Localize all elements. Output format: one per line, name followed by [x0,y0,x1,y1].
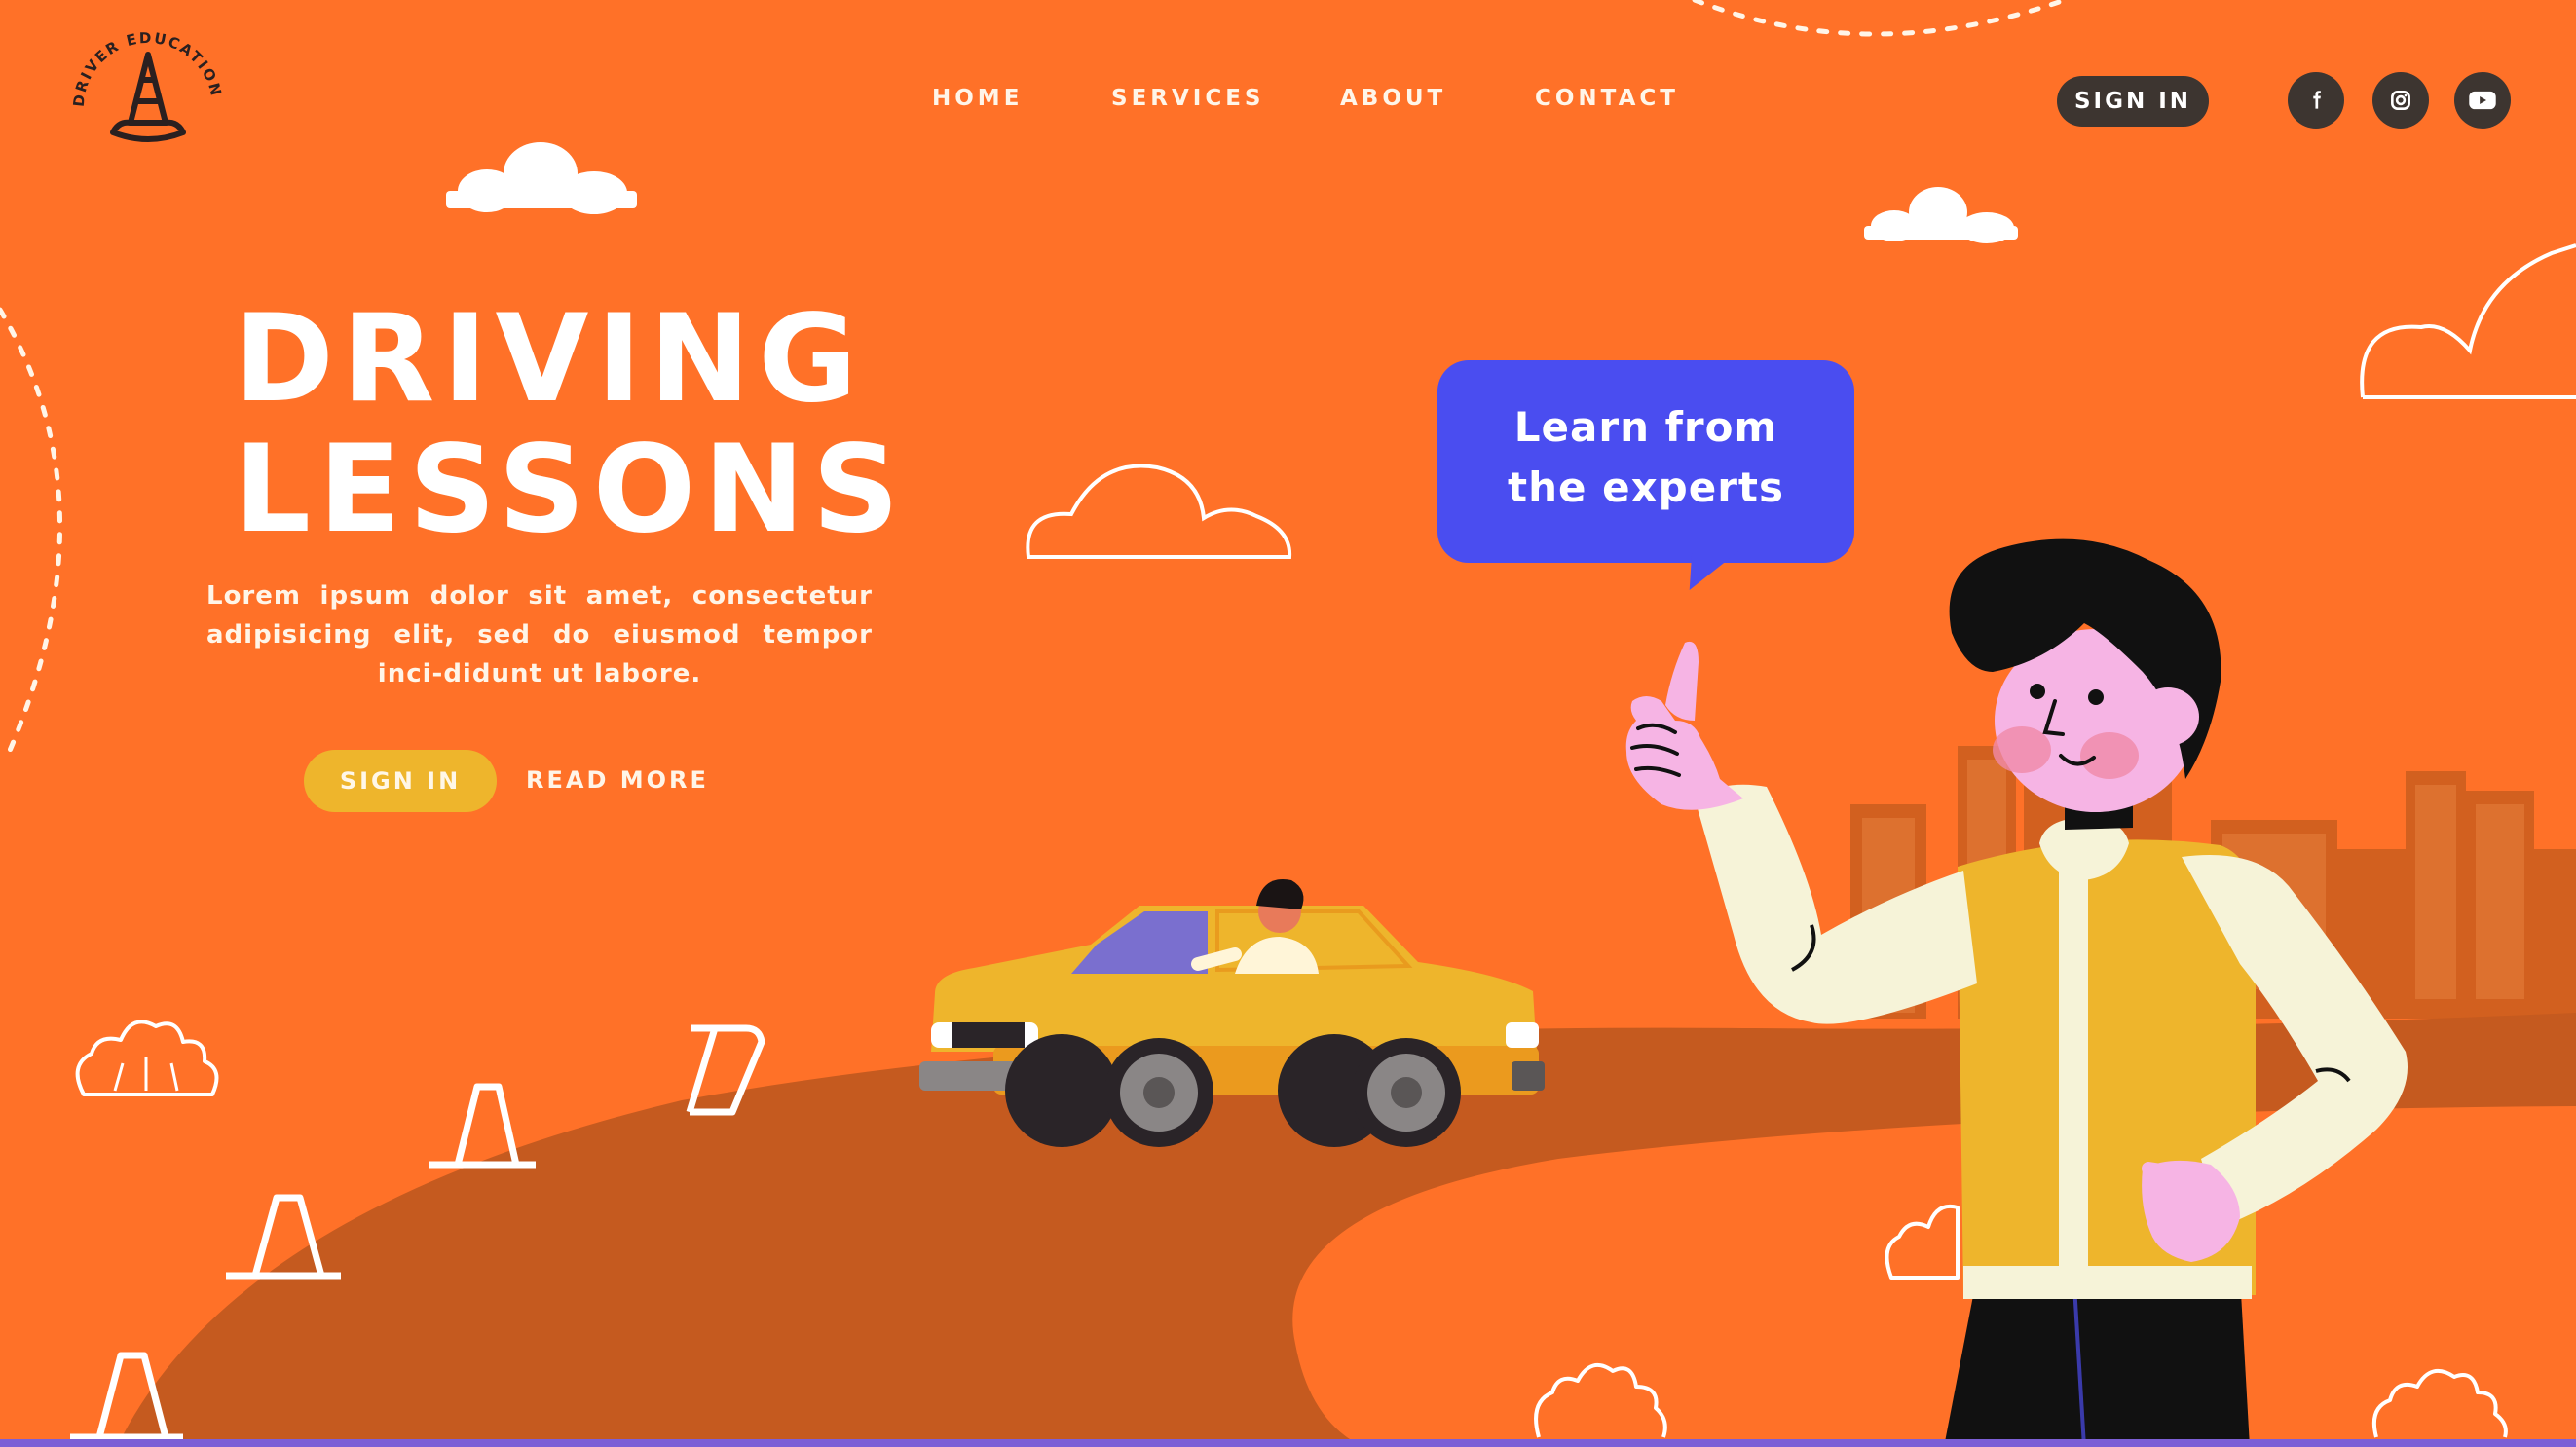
speech-bubble-line-1: Learn from [1513,403,1778,451]
cloud-filled-right [1864,187,2018,243]
speech-bubble-text: Learn from the experts [1437,397,1854,518]
nav-contact-link[interactable]: CONTACT [1535,86,1679,111]
youtube-button[interactable] [2454,72,2511,129]
facebook-icon [2313,91,2321,109]
cloud-outline-right [2360,243,2576,399]
dashed-arc-left [0,307,63,762]
nav-home-link[interactable]: HOME [932,86,1023,111]
instagram-icon [2391,91,2410,110]
landing-page: DRIVER EDUCATION HOME SERVICES ABOUT CON… [0,0,2576,1447]
nav-services-link[interactable]: SERVICES [1111,86,1265,111]
nav-about-link[interactable]: ABOUT [1340,86,1446,111]
facebook-button[interactable] [2288,72,2344,129]
hero-description: Lorem ipsum dolor sit amet, consectetur … [206,581,873,688]
hero-title: DRIVING LESSONS [234,294,915,555]
dashed-arc-top [1692,0,2068,37]
youtube-icon [2469,91,2496,110]
read-more-link[interactable]: READ MORE [526,766,709,794]
speech-bubble-line-2: the experts [1508,464,1784,511]
bush-inner-lines [113,1057,179,1092]
cloud-filled-left [446,142,637,214]
driving-scene-illustration [0,0,2576,1447]
cloud-outline-center [1026,464,1292,559]
hero-sign-in-button[interactable]: SIGN IN [304,750,497,812]
hero-title-line-1: DRIVING [234,289,866,429]
hero-title-line-2: LESSONS [234,420,908,560]
instructor-character [1625,538,2408,1447]
bottom-accent-bar [0,1439,2576,1447]
header-sign-in-button[interactable]: SIGN IN [2057,76,2209,127]
instagram-button[interactable] [2372,72,2429,129]
